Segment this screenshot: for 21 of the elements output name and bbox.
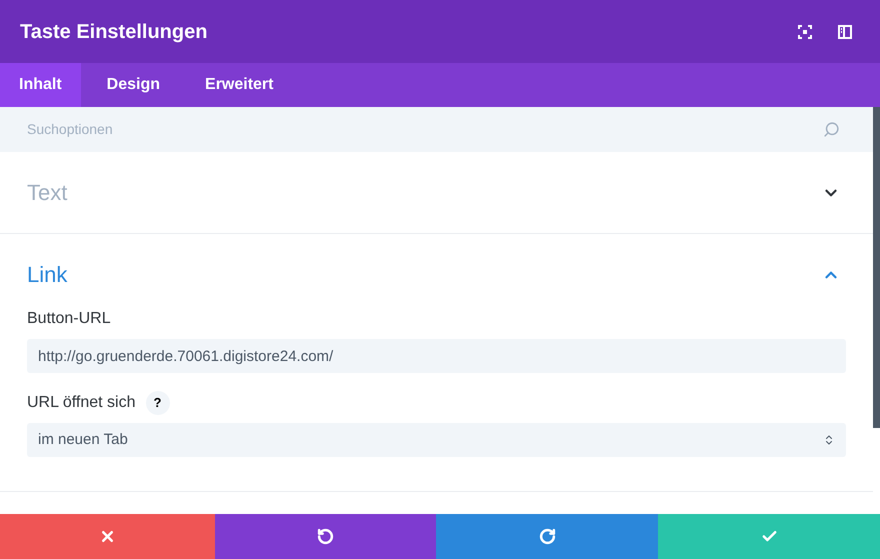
redo-icon	[538, 528, 556, 545]
input-field[interactable]: http://go.gruenderde.70061.digistore24.com/	[27, 339, 846, 373]
tab[interactable]: Inhalt	[0, 63, 81, 107]
help-button[interactable]: ?	[146, 391, 170, 415]
undo-button[interactable]	[215, 514, 436, 559]
search-icon	[823, 121, 840, 138]
tab[interactable]: Erweitert	[186, 63, 292, 107]
window-title: Taste Einstellungen	[20, 20, 208, 44]
cancel-button[interactable]	[0, 514, 215, 559]
fullscreen-icon[interactable]	[798, 24, 812, 38]
sidebar-icon[interactable]	[838, 24, 852, 38]
field-label: Button-URL	[27, 309, 111, 329]
undo-icon	[317, 528, 334, 545]
field-label: URL öffnet sich	[27, 393, 136, 413]
scrollbar[interactable]	[873, 107, 880, 428]
close-icon	[99, 528, 116, 545]
dropdown-arrows-icon	[823, 434, 835, 446]
select-field[interactable]: im neuen Tab	[27, 423, 846, 457]
tab[interactable]: Design	[88, 63, 180, 107]
redo-button[interactable]	[436, 514, 658, 559]
save-button[interactable]	[658, 514, 880, 559]
